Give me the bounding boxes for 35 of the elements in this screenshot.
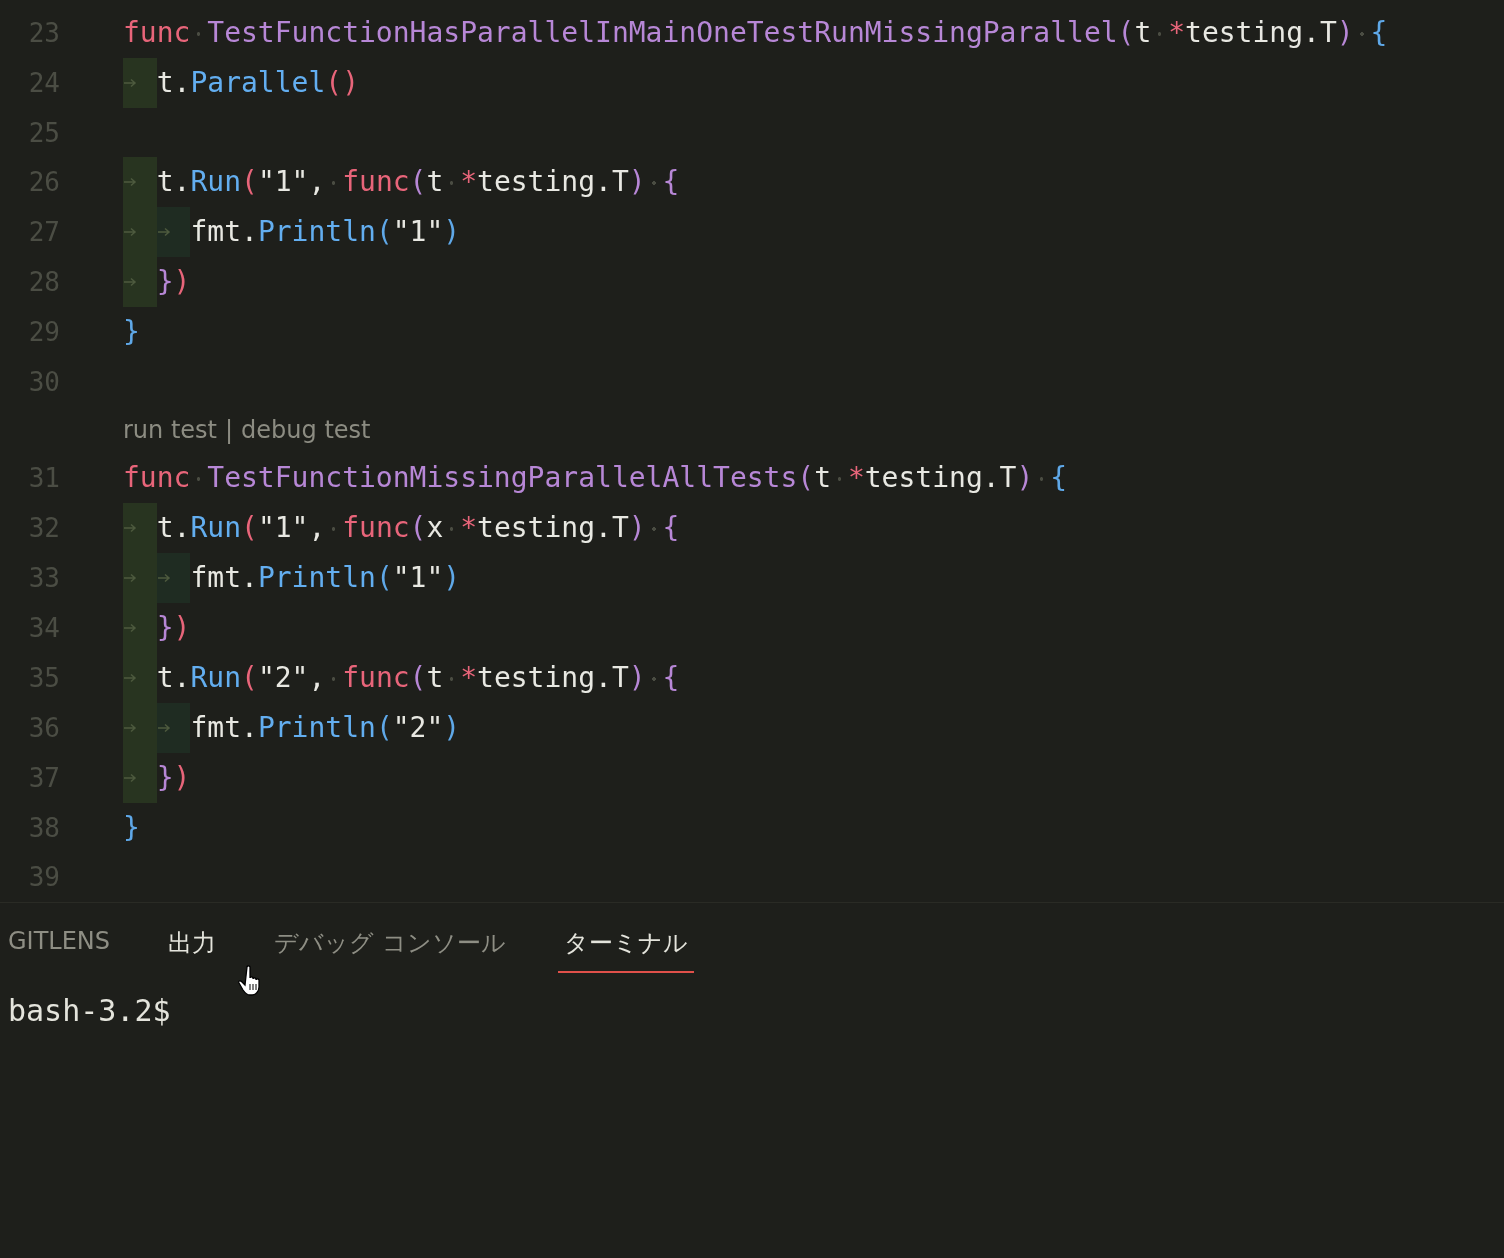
panel-tab[interactable]: デバッグ コンソール (268, 927, 512, 973)
code-line: fmt.Println("1") (190, 214, 461, 251)
code-line: } (123, 809, 140, 846)
terminal-prompt: bash-3.2$ (7, 992, 172, 1030)
panel-tab[interactable]: ターミナル (557, 927, 694, 973)
tab-arrow-icon (123, 722, 137, 733)
tab-arrow-icon (123, 772, 137, 783)
code-line: }) (156, 759, 191, 796)
code-line: t.Run("2", func(t *testing.T) { (156, 659, 680, 696)
tab-arrow-icon (123, 572, 137, 583)
panel-tab[interactable]: 出力 (162, 927, 223, 973)
tab-arrow-icon (123, 622, 137, 633)
code-line: t.Run("1", func(t *testing.T) { (156, 164, 680, 201)
code-line: t.Run("1", func(x *testing.T) { (156, 509, 680, 546)
tab-arrow-icon (123, 177, 137, 188)
tab-arrow-icon (123, 672, 137, 683)
debug-test-link[interactable]: debug test (241, 415, 371, 444)
panel-tab[interactable]: GITLENS (2, 927, 117, 969)
tab-arrow-icon (123, 277, 137, 288)
code-line: fmt.Println("2") (190, 709, 461, 746)
code-line: }) (156, 609, 191, 646)
code-line: t.Parallel() (156, 65, 359, 101)
tab-arrow-icon (123, 227, 137, 238)
code-line: func TestFunctionHasParallelInMainOneTestRunMissingParallel(t *testing.T) { (123, 15, 1388, 51)
code-line: func TestFunctionMissingParallelAllTests(t *testing.T) { (123, 459, 1068, 496)
lens-separator: | (225, 415, 234, 444)
code-line: fmt.Println("1") (190, 559, 461, 596)
tab-arrow-icon (156, 227, 171, 238)
run-test-link[interactable]: run test (123, 415, 217, 444)
tab-arrow-icon (123, 522, 137, 533)
tab-arrow-icon (123, 78, 137, 88)
tab-arrow-icon (156, 722, 171, 733)
code-line: }) (156, 264, 191, 301)
code-line: } (123, 314, 140, 351)
tab-arrow-icon (156, 572, 171, 583)
